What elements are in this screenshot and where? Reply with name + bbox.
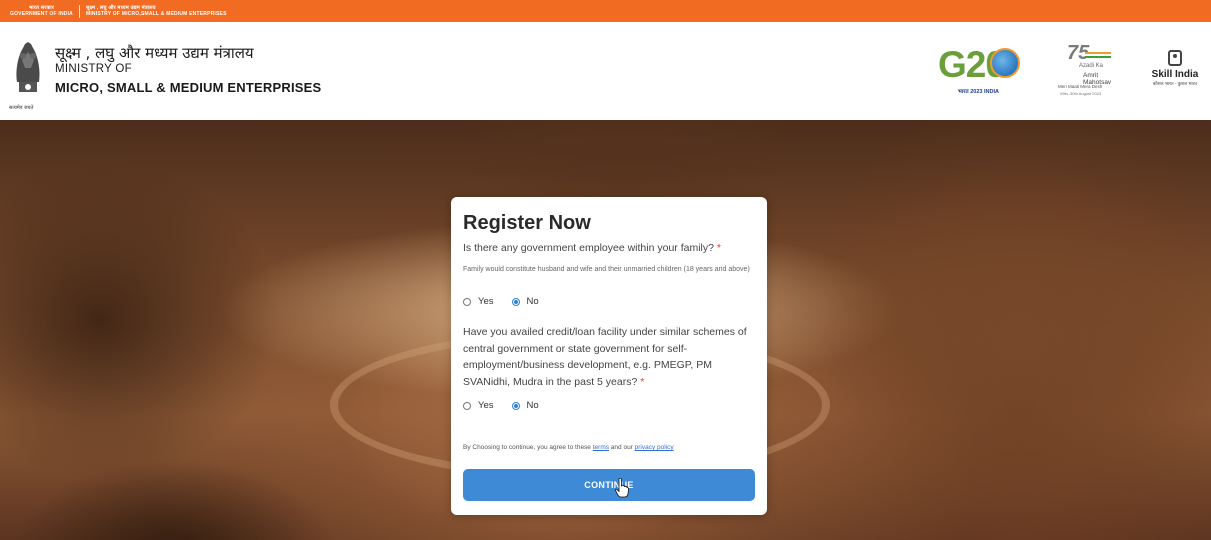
divider xyxy=(78,4,80,18)
continue-button[interactable]: CONTINUE xyxy=(463,469,755,501)
skill-india-icon xyxy=(1168,50,1182,66)
azadi-line4: 09th–30th August 2023 xyxy=(1060,91,1102,96)
register-title: Register Now xyxy=(463,212,591,234)
radio-group-q2: Yes No xyxy=(463,400,557,411)
consent-prefix: By Choosing to continue, you agree to th… xyxy=(463,444,591,451)
skill-india-name: Skill India xyxy=(1151,69,1199,80)
radio-group-q1: Yes No xyxy=(463,296,557,307)
ministry-label: सूक्ष्म , लघु और मध्यम उद्यम मंत्रालय MI… xyxy=(86,5,227,17)
required-mark: * xyxy=(716,242,721,254)
option-label: No xyxy=(526,296,539,307)
hand-right-decoration xyxy=(790,160,1210,540)
family-note: Family would constitute husband and wife… xyxy=(463,266,750,273)
ministry-english-small: MINISTRY OF MICRO,SMALL & MEDIUM ENTERPR… xyxy=(85,11,227,17)
g20-logo[interactable]: G20 भारत 2023 INDIA xyxy=(938,42,1026,98)
radio-unchecked-icon[interactable] xyxy=(463,297,471,306)
question-text: Is there any government employee within … xyxy=(463,242,714,254)
azadi-ka-amrit-mahotsav-logo[interactable]: 75 Azadi Ka Amrit Mahotsav Meri Maati Me… xyxy=(1055,42,1127,100)
emblem-motto: सत्यमेव जयते xyxy=(9,105,34,111)
skill-india-logo[interactable]: Skill India कौशल भारत - कुशल भारत xyxy=(1145,50,1205,100)
hand-cursor-icon xyxy=(615,478,629,498)
top-strip: भारत सरकार GOVERNMENT OF INDIA सूक्ष्म ,… xyxy=(0,0,1211,22)
consent-text: By Choosing to continue, you agree to th… xyxy=(463,444,674,451)
ministry-title-hindi: सूक्ष्म , लघु और मध्यम उद्यम मंत्रालय xyxy=(55,44,254,62)
register-card: Register Now Is there any government emp… xyxy=(451,197,767,515)
consent-middle: and our xyxy=(610,444,633,451)
national-emblem-icon[interactable] xyxy=(11,38,45,100)
radio-unchecked-icon[interactable] xyxy=(463,401,471,410)
gov-label: भारत सरकार GOVERNMENT OF INDIA xyxy=(10,5,73,17)
globe-icon xyxy=(990,48,1020,78)
option-label: Yes xyxy=(478,296,494,307)
gov-english: GOVERNMENT OF INDIA xyxy=(10,11,73,17)
skill-india-tagline: कौशल भारत - कुशल भारत xyxy=(1152,81,1198,86)
q2-option-yes[interactable]: Yes xyxy=(463,400,494,411)
question-text: Have you availed credit/loan facility un… xyxy=(463,326,747,388)
q2-option-no[interactable]: No xyxy=(511,400,539,411)
terms-link[interactable]: terms xyxy=(593,444,609,451)
required-mark: * xyxy=(640,375,645,388)
tricolor-stripe xyxy=(1085,52,1111,58)
azadi-line1: Azadi Ka xyxy=(1079,63,1104,69)
q1-option-no[interactable]: No xyxy=(511,296,539,307)
option-label: No xyxy=(526,400,539,411)
question-credit-facility: Have you availed credit/loan facility un… xyxy=(463,324,761,390)
radio-checked-icon[interactable] xyxy=(511,297,520,306)
privacy-policy-link[interactable]: privacy policy xyxy=(635,444,674,451)
ministry-name: MICRO, SMALL & MEDIUM ENTERPRISES xyxy=(55,80,322,95)
question-government-employee: Is there any government employee within … xyxy=(463,242,759,254)
g20-subtitle: भारत 2023 INDIA xyxy=(958,89,999,95)
option-label: Yes xyxy=(478,400,494,411)
q1-option-yes[interactable]: Yes xyxy=(463,296,494,307)
radio-checked-icon[interactable] xyxy=(511,401,520,410)
ministry-of-label: MINISTRY OF xyxy=(55,63,132,75)
azadi-line3: Meri Maati Mera Desh xyxy=(1058,84,1103,89)
site-header: सत्यमेव जयते सूक्ष्म , लघु और मध्यम उद्य… xyxy=(0,22,1211,120)
